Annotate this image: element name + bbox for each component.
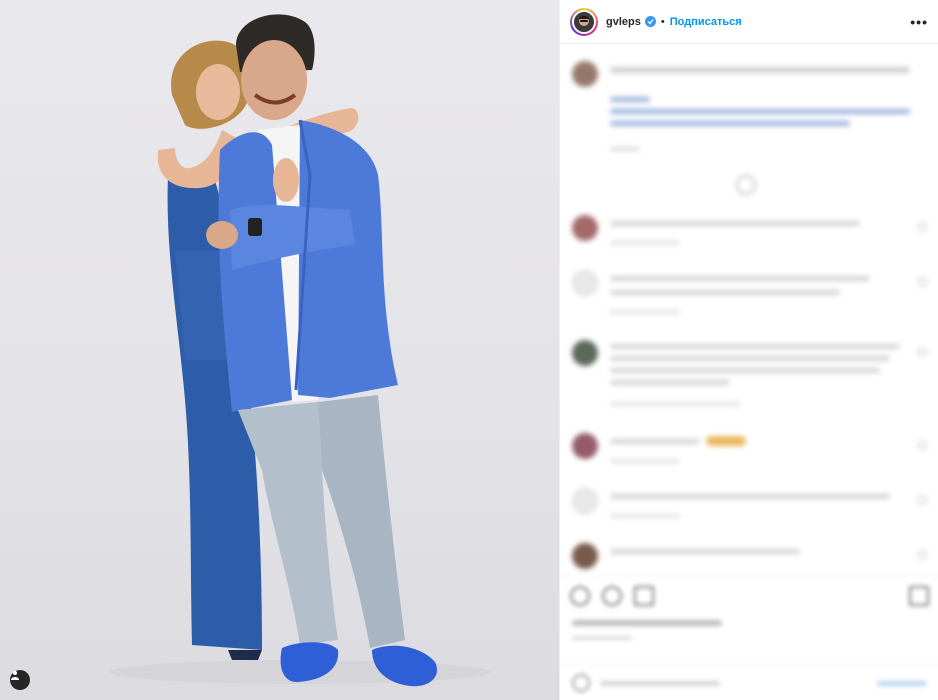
share-icon[interactable] bbox=[634, 586, 654, 606]
like-icon[interactable] bbox=[570, 586, 590, 606]
comment-row bbox=[572, 543, 927, 573]
comment-row bbox=[572, 270, 927, 325]
like-comment-icon[interactable] bbox=[918, 496, 927, 504]
avatar[interactable] bbox=[572, 488, 598, 514]
caption-row bbox=[572, 61, 927, 161]
author-username[interactable]: gvleps bbox=[606, 16, 641, 28]
like-comment-icon[interactable] bbox=[918, 348, 927, 356]
comment-icon[interactable] bbox=[602, 586, 622, 606]
more-options-icon[interactable]: ••• bbox=[910, 14, 928, 30]
emoji-icon[interactable] bbox=[572, 674, 590, 692]
follow-button[interactable]: Подписаться bbox=[670, 16, 742, 28]
author-avatar[interactable] bbox=[570, 7, 598, 36]
photo-illustration bbox=[110, 14, 490, 687]
avatar-image bbox=[572, 9, 596, 34]
avatar[interactable] bbox=[572, 270, 598, 296]
comments-list[interactable] bbox=[560, 45, 938, 575]
avatar[interactable] bbox=[572, 61, 598, 87]
verified-badge-icon bbox=[644, 16, 656, 27]
user-tag-icon bbox=[11, 671, 19, 680]
post-actions bbox=[560, 575, 938, 665]
comment-row bbox=[572, 433, 927, 473]
publish-button[interactable] bbox=[877, 681, 927, 686]
like-comment-icon[interactable] bbox=[918, 551, 927, 559]
avatar-face-icon bbox=[579, 15, 589, 26]
like-comment-icon[interactable] bbox=[918, 223, 927, 231]
header-separator: • bbox=[660, 15, 665, 28]
save-icon[interactable] bbox=[909, 586, 929, 606]
post-header: gvleps • Подписаться ••• bbox=[560, 0, 938, 44]
like-comment-icon[interactable] bbox=[918, 278, 927, 286]
like-comment-icon[interactable] bbox=[918, 441, 927, 449]
avatar[interactable] bbox=[572, 340, 598, 366]
avatar[interactable] bbox=[572, 543, 598, 569]
user-tag-button[interactable] bbox=[10, 670, 30, 690]
avatar[interactable] bbox=[572, 433, 598, 459]
add-comment-bar[interactable] bbox=[560, 665, 938, 700]
post-side-panel: gvleps • Подписаться ••• bbox=[559, 0, 938, 700]
comment-row bbox=[572, 340, 927, 415]
comment-input[interactable] bbox=[600, 681, 720, 686]
avatar[interactable] bbox=[572, 215, 598, 241]
comment-row bbox=[572, 488, 927, 528]
post-photo[interactable] bbox=[0, 0, 559, 700]
comment-row bbox=[572, 215, 927, 255]
load-more-comments-icon[interactable] bbox=[736, 175, 756, 195]
